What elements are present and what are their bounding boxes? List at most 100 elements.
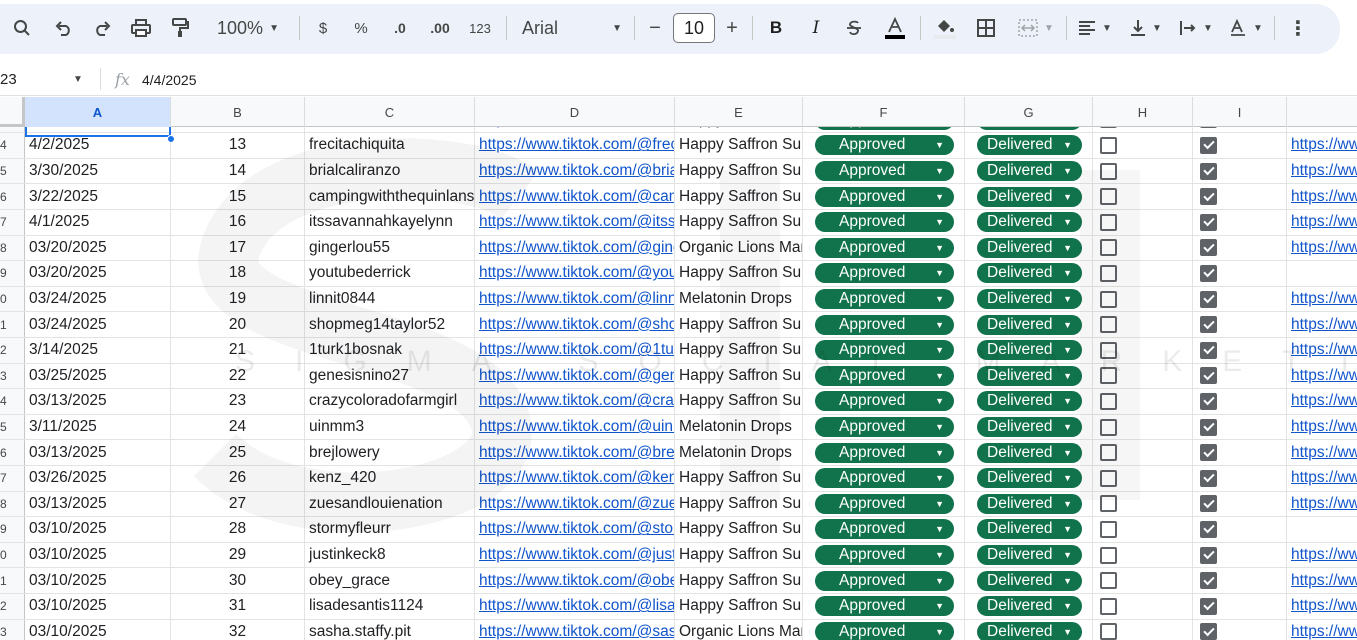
checkbox[interactable] — [1200, 520, 1217, 538]
approved-chip[interactable]: Approved ▼ — [815, 237, 954, 258]
checkbox[interactable] — [1100, 572, 1117, 590]
cell-product[interactable]: Happy Saffron Supplement — [675, 594, 803, 619]
cell-checkbox-i[interactable] — [1193, 286, 1287, 312]
cell-video-link[interactable]: https://www.tiktok.com — [1287, 466, 1357, 491]
column-header-h[interactable]: H — [1093, 97, 1193, 127]
cell-approval-status[interactable]: Approved ▼ — [803, 184, 965, 209]
cell-profile-link[interactable]: https://www.tiktok.com/@itssavannahkayel… — [475, 210, 675, 235]
delivered-chip[interactable]: Delivered ▼ — [977, 493, 1082, 514]
checkbox[interactable] — [1100, 418, 1117, 436]
cell-approval-status[interactable]: Approved ▼ — [803, 363, 965, 389]
cell-delivery-status[interactable]: Delivered ▼ — [965, 389, 1093, 414]
cell-username[interactable]: 1turk1bosnak — [305, 338, 475, 363]
checkbox[interactable] — [1200, 597, 1217, 615]
cell-profile-link[interactable]: https://www.tiktok.com/@uinmm3 — [475, 414, 675, 440]
search-menus-icon[interactable] — [10, 14, 34, 42]
cell-number[interactable]: 22 — [171, 363, 305, 389]
cell-profile-link[interactable]: https://www.tiktok.com/@1turk1bosnak — [475, 338, 675, 363]
cell-delivery-status[interactable]: Delivered ▼ — [965, 491, 1093, 517]
cell-approval-status[interactable]: Approved ▼ — [803, 619, 965, 640]
cell-profile-link[interactable]: https://www.tiktok.com/@shopmeg14taylor5… — [475, 312, 675, 337]
cell-profile-link[interactable]: https://www.tiktok.com/@obey_grace — [475, 568, 675, 593]
delivered-chip[interactable]: Delivered ▼ — [977, 442, 1082, 463]
row-header[interactable]: 0 — [0, 542, 25, 568]
cell-number[interactable]: 31 — [171, 594, 305, 619]
cell-profile-link[interactable]: https://www.tiktok.com/@zuesandlouienati… — [475, 491, 675, 517]
row-header[interactable]: 0 — [0, 286, 25, 312]
cell-profile-link[interactable]: https://www.tiktok.com/@sasha.staffy.pit — [475, 619, 675, 640]
delivered-chip[interactable]: Delivered ▼ — [977, 468, 1082, 489]
cell-video-link[interactable]: https://www.tiktok.com — [1287, 210, 1357, 235]
checkbox[interactable] — [1200, 213, 1217, 231]
more-formats-button[interactable]: 123 — [466, 14, 494, 42]
more-options-button[interactable]: ⋮ — [1288, 14, 1308, 42]
cell-number[interactable]: 30 — [171, 568, 305, 593]
cell-date[interactable]: 3/14/2025 — [25, 338, 171, 363]
cell-checkbox-h[interactable] — [1093, 542, 1193, 568]
cell-number[interactable]: 29 — [171, 542, 305, 568]
fill-handle[interactable] — [167, 135, 175, 143]
cell-product[interactable]: Organic Lions Mane — [675, 235, 803, 261]
cell-checkbox-h[interactable] — [1093, 594, 1193, 619]
cell-video-link[interactable]: https://www.tiktok.com — [1287, 159, 1357, 184]
cell-checkbox-i[interactable] — [1193, 184, 1287, 209]
delivered-chip[interactable]: Delivered ▼ — [977, 340, 1082, 361]
cell-checkbox-i[interactable] — [1193, 594, 1287, 619]
cell-username[interactable]: obey_grace — [305, 568, 475, 593]
italic-button[interactable]: I — [806, 14, 826, 42]
cell-delivery-status[interactable]: Delivered ▼ — [965, 235, 1093, 261]
cell-approval-status[interactable]: Approved ▼ — [803, 542, 965, 568]
cell-product[interactable]: Happy Saffron Supplement — [675, 210, 803, 235]
approved-chip[interactable]: Approved ▼ — [815, 442, 954, 463]
checkbox[interactable] — [1100, 316, 1117, 334]
cell-checkbox-h[interactable] — [1093, 440, 1193, 465]
row-header[interactable]: 3 — [0, 619, 25, 640]
cell-video-link[interactable]: https://www.tiktok.com — [1287, 568, 1357, 593]
cell-username[interactable]: stormyfleurr — [305, 517, 475, 542]
cell-approval-status[interactable]: Approved ▼ — [803, 158, 965, 184]
cell-username[interactable]: kenz_420 — [305, 466, 475, 491]
cell-username[interactable]: brialcaliranzo — [305, 158, 475, 184]
checkbox[interactable] — [1100, 264, 1117, 282]
row-header[interactable]: 5 — [0, 414, 25, 440]
row-header[interactable]: 6 — [0, 184, 25, 209]
formula-input[interactable]: 4/4/2025 — [142, 72, 197, 88]
cell-product[interactable]: Melatonin Drops — [675, 286, 803, 312]
cell-checkbox-h[interactable] — [1093, 619, 1193, 640]
row-header[interactable]: 2 — [0, 594, 25, 619]
cell-delivery-status[interactable]: Delivered ▼ — [965, 210, 1093, 235]
checkbox[interactable] — [1100, 520, 1117, 538]
cell-username[interactable]: gingerlou55 — [305, 235, 475, 261]
delivered-chip[interactable]: Delivered ▼ — [977, 314, 1082, 335]
column-header-c[interactable]: C — [305, 97, 475, 127]
delivered-chip[interactable]: Delivered ▼ — [977, 545, 1082, 566]
checkbox[interactable] — [1200, 418, 1217, 436]
chevron-down-icon[interactable]: ▼ — [73, 74, 83, 85]
cell-checkbox-i[interactable] — [1193, 158, 1287, 184]
row-header[interactable]: 1 — [0, 312, 25, 337]
name-box[interactable]: 23 — [0, 71, 17, 88]
cell-username[interactable]: brejlowery — [305, 440, 475, 465]
row-header[interactable]: 8 — [0, 491, 25, 517]
select-all-corner[interactable] — [0, 97, 25, 127]
cell-product[interactable]: Happy Saffron Supplement — [675, 389, 803, 414]
cell-delivery-status[interactable]: Delivered ▼ — [965, 338, 1093, 363]
checkbox[interactable] — [1100, 162, 1117, 180]
cell-profile-link[interactable]: https://www.tiktok.com/@justinkeck8 — [475, 542, 675, 568]
cell-approval-status[interactable]: Approved ▼ — [803, 466, 965, 491]
cell-delivery-status[interactable]: Delivered ▼ — [965, 158, 1093, 184]
zoom-select[interactable]: 100% ▼ — [208, 14, 288, 42]
checkbox[interactable] — [1200, 392, 1217, 410]
redo-icon[interactable] — [90, 14, 114, 42]
cell-username[interactable]: youtubederrick — [305, 261, 475, 286]
delivered-chip[interactable]: Delivered ▼ — [977, 621, 1082, 640]
cell-profile-link[interactable]: https://www.tiktok.com/@linnit0844 — [475, 286, 675, 312]
cell-video-link[interactable]: https://www.tiktok.com — [1287, 364, 1357, 389]
cell-date[interactable]: 03/26/2025 — [25, 466, 171, 491]
checkbox[interactable] — [1200, 290, 1217, 308]
approved-chip[interactable]: Approved ▼ — [815, 391, 954, 412]
cell-checkbox-h[interactable] — [1093, 312, 1193, 337]
cell-delivery-status[interactable]: Delivered ▼ — [965, 568, 1093, 593]
delivered-chip[interactable]: Delivered ▼ — [977, 519, 1082, 540]
approved-chip[interactable]: Approved ▼ — [815, 314, 954, 335]
